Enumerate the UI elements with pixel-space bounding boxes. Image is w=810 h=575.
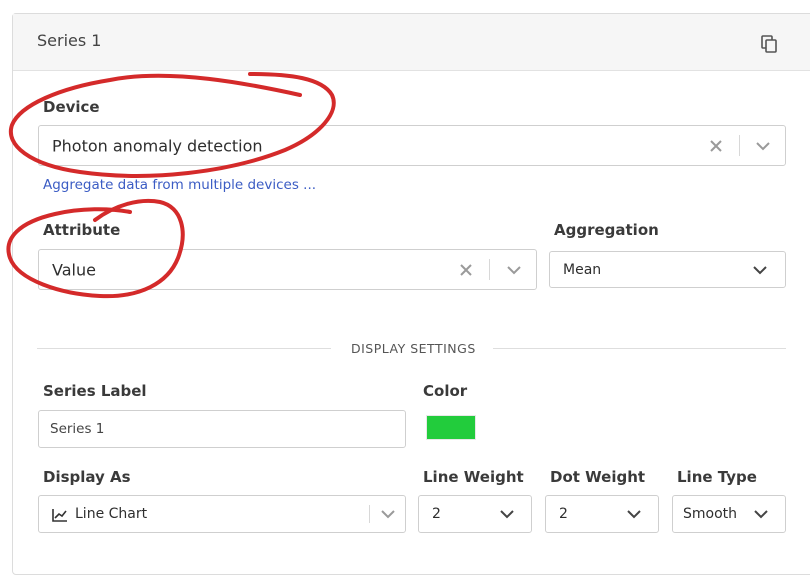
display-as-label: Display As	[43, 468, 131, 486]
chevron-down-icon[interactable]	[499, 509, 515, 519]
series-panel: Series 1 Device Photon anomaly detection…	[12, 13, 810, 575]
line-weight-value: 2	[432, 506, 441, 522]
color-label: Color	[423, 382, 468, 400]
device-value: Photon anomaly detection	[52, 136, 263, 155]
chevron-down-icon[interactable]	[626, 509, 642, 519]
series-label-label: Series Label	[43, 382, 147, 400]
aggregation-select[interactable]: Mean	[549, 251, 786, 288]
divider-left	[37, 348, 331, 349]
color-picker[interactable]	[423, 411, 481, 447]
line-chart-icon	[52, 509, 67, 522]
series-label-input[interactable]: Series 1	[38, 410, 406, 448]
select-separator	[369, 505, 370, 523]
chevron-down-icon[interactable]	[380, 509, 396, 519]
device-label: Device	[43, 98, 100, 116]
device-select[interactable]: Photon anomaly detection	[38, 125, 786, 166]
chevron-down-icon[interactable]	[752, 265, 768, 275]
line-type-select[interactable]: Smooth	[672, 495, 786, 533]
aggregate-devices-link[interactable]: Aggregate data from multiple devices ...	[43, 177, 316, 193]
dot-weight-select[interactable]: 2	[545, 495, 659, 533]
attribute-value: Value	[52, 260, 96, 279]
dot-weight-value: 2	[559, 506, 568, 522]
select-separator	[739, 135, 740, 156]
panel-title: Series 1	[37, 31, 102, 50]
line-weight-select[interactable]: 2	[418, 495, 532, 533]
color-swatch[interactable]	[426, 415, 476, 440]
clear-icon[interactable]	[459, 263, 473, 277]
dot-weight-label: Dot Weight	[550, 468, 646, 486]
line-weight-label: Line Weight	[423, 468, 524, 486]
attribute-label: Attribute	[43, 221, 121, 239]
display-as-select[interactable]: Line Chart	[38, 495, 406, 533]
line-type-label: Line Type	[677, 468, 757, 486]
display-settings-heading: DISPLAY SETTINGS	[351, 341, 476, 356]
aggregation-label: Aggregation	[554, 221, 659, 239]
line-type-value: Smooth	[683, 506, 738, 522]
series-panel-header: Series 1	[13, 14, 810, 71]
copy-icon[interactable]	[761, 35, 777, 53]
attribute-select[interactable]: Value	[38, 249, 537, 290]
chevron-down-icon[interactable]	[753, 509, 769, 519]
select-separator	[489, 259, 490, 280]
divider-right	[493, 348, 786, 349]
display-as-value: Line Chart	[75, 506, 148, 522]
chevron-down-icon[interactable]	[506, 265, 522, 275]
clear-icon[interactable]	[709, 139, 723, 153]
chevron-down-icon[interactable]	[755, 141, 771, 151]
aggregation-value: Mean	[563, 261, 602, 278]
